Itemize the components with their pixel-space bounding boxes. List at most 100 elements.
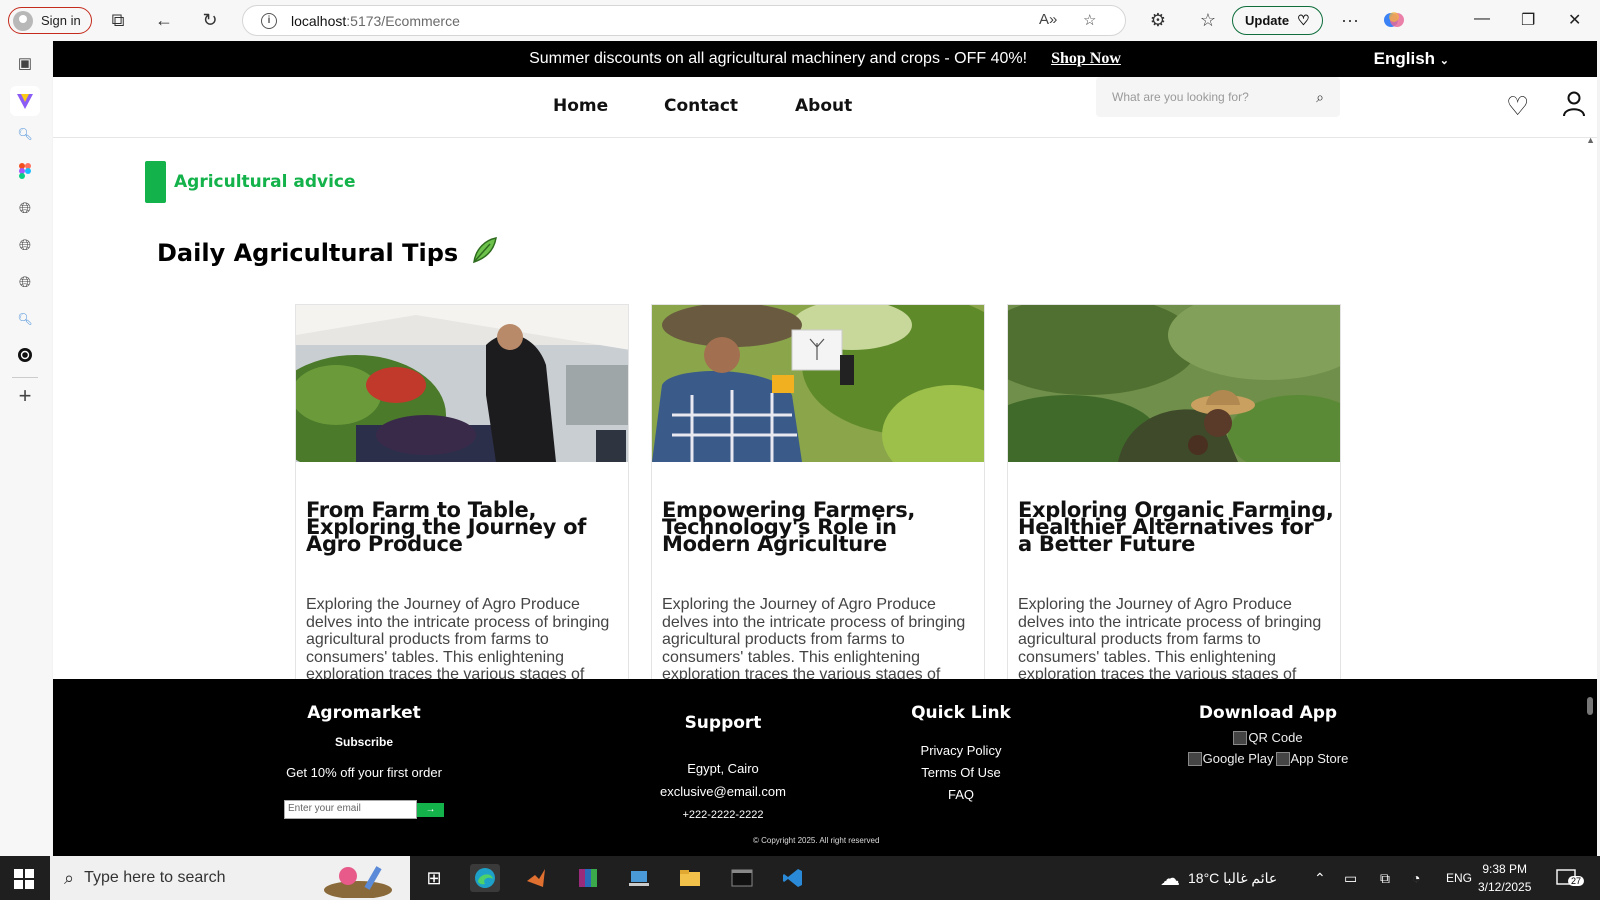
heart-pulse-icon: ♡ [1297, 12, 1310, 28]
section-tag: Agricultural advice [145, 161, 356, 203]
favorites-icon[interactable]: ☆ [1196, 8, 1220, 32]
site-info-icon[interactable]: i [261, 12, 277, 29]
extensions-icon[interactable]: ⚙ [1146, 8, 1170, 32]
privacy-policy-link[interactable]: Privacy Policy [901, 743, 1021, 758]
shop-now-link[interactable]: Shop Now [1051, 50, 1121, 68]
restore-icon[interactable]: ❐ [1521, 10, 1535, 30]
footer-brand-column: Agromarket Subscribe Get 10% off your fi… [279, 703, 449, 819]
windows-start-icon[interactable] [14, 869, 34, 894]
notifications-icon[interactable]: 27 [1556, 856, 1585, 900]
laptop-app-icon[interactable] [624, 864, 654, 892]
section-title: Daily Agricultural Tips [157, 236, 498, 270]
card-body: Exploring the Journey of Agro Produce de… [1018, 596, 1322, 683]
subscribe-submit-button[interactable]: → [417, 803, 444, 817]
nav-home[interactable]: Home [553, 96, 608, 116]
tip-card[interactable]: Empowering Farmers, Technology's Role in… [651, 304, 985, 724]
tip-card[interactable]: From Farm to Table, Exploring the Journe… [295, 304, 629, 724]
wishlist-heart-icon[interactable]: ♡ [1506, 91, 1529, 122]
matlab-app-icon[interactable] [521, 864, 551, 892]
language-indicator[interactable]: ENG [1446, 856, 1472, 900]
close-icon[interactable]: ✕ [1568, 10, 1581, 30]
sign-in-button[interactable]: Sign in [8, 7, 92, 34]
weather-widget[interactable]: ☁ 18°C عائم غالبا [1160, 856, 1277, 900]
search-placeholder: What are you looking for? [1112, 90, 1249, 104]
globe-icon[interactable]: 🌐︎ [14, 234, 36, 256]
qr-code-image: QR Code [1163, 731, 1373, 750]
terms-link[interactable]: Terms Of Use [901, 765, 1021, 780]
card-title[interactable]: Exploring Organic Farming, Healthier Alt… [1018, 500, 1334, 555]
nav-contact[interactable]: Contact [664, 96, 738, 116]
download-title: Download App [1198, 703, 1338, 723]
task-view-icon[interactable]: ⊞ [419, 864, 449, 892]
search-icon[interactable]: ⌕ [1316, 89, 1324, 106]
section-title-text: Daily Agricultural Tips [157, 239, 459, 267]
search-highlight-icon [320, 860, 400, 900]
terminal-app-icon[interactable] [727, 864, 757, 892]
language-label: English [1373, 49, 1436, 68]
search-icon[interactable]: 🔍︎ [14, 123, 36, 145]
clock-time: 9:38 PM [1482, 862, 1528, 876]
read-aloud-icon[interactable]: A» [1039, 11, 1057, 28]
email-field[interactable]: Enter your email [284, 800, 417, 819]
minimize-icon[interactable]: — [1474, 10, 1490, 28]
address-bar[interactable]: i localhost:5173/Ecommerce A» ☆ [242, 5, 1126, 36]
faq-link[interactable]: FAQ [901, 787, 1021, 802]
google-play-badge[interactable]: Google Play [1187, 752, 1274, 766]
copilot-icon[interactable] [1382, 8, 1406, 32]
vite-icon[interactable] [10, 86, 40, 116]
scrollbar-thumb[interactable] [1587, 697, 1593, 715]
main-nav: Home Contact About What are you looking … [53, 77, 1597, 138]
clock-date: 3/12/2025 [1478, 880, 1532, 894]
subscribe-heading: Subscribe [334, 735, 394, 749]
subscribe-form: Enter your email → [279, 800, 449, 819]
leaf-icon [470, 236, 498, 270]
tab-actions-icon[interactable]: ▣ [14, 52, 36, 74]
card-body: Exploring the Journey of Agro Produce de… [306, 596, 610, 683]
globe-icon[interactable]: 🌐︎ [14, 271, 36, 293]
search-icon: ⌕ [64, 867, 75, 888]
footer-quicklink-column: Quick Link Privacy Policy Terms Of Use F… [901, 703, 1021, 802]
workspaces-icon[interactable]: ⧉ [106, 8, 130, 32]
refresh-icon[interactable]: ↻ [198, 8, 222, 32]
more-menu-icon[interactable]: ··· [1338, 8, 1362, 32]
phone-text: +222-2222-2222 [682, 809, 764, 821]
promo-banner: Summer discounts on all agricultural mac… [53, 41, 1597, 77]
openai-icon[interactable] [14, 344, 36, 366]
store-badges: Google Play App Store [1163, 752, 1373, 766]
scroll-up-icon[interactable]: ▲ [1586, 135, 1595, 145]
app-store-badge[interactable]: App Store [1275, 752, 1348, 766]
add-icon[interactable]: + [14, 383, 36, 408]
wifi-icon[interactable]: ◔ [1412, 856, 1420, 900]
section-tag-label: Agricultural advice [174, 172, 356, 192]
file-explorer-icon[interactable] [675, 864, 705, 892]
page-scrollbar[interactable]: ▲ [1583, 135, 1597, 717]
account-icon[interactable] [1562, 91, 1586, 124]
clock[interactable]: 9:38 PM 3/12/2025 [1478, 856, 1531, 900]
search-input[interactable]: What are you looking for? ⌕ [1096, 77, 1340, 117]
sign-in-label: Sign in [41, 13, 81, 28]
search-icon[interactable]: 🔍︎ [14, 308, 36, 330]
favorite-star-icon[interactable]: ☆ [1083, 11, 1096, 29]
footer-download-column: Download App QR Code Google Play App Sto… [1163, 703, 1373, 766]
vscode-app-icon[interactable] [778, 864, 808, 892]
tray-chevron-up-icon[interactable]: ⌃ [1314, 856, 1326, 900]
windows-taskbar: ⌕ Type here to search ⊞ ☁ 18°C عائم غالب… [0, 856, 1600, 900]
card-title[interactable]: From Farm to Table, Exploring the Journe… [306, 500, 622, 555]
edge-app-icon[interactable] [470, 864, 500, 892]
display-icon[interactable]: ⧉ [1380, 856, 1390, 900]
winrar-app-icon[interactable] [573, 864, 603, 892]
battery-icon[interactable]: ▭ [1344, 856, 1357, 900]
language-select[interactable]: English ⌄ [1374, 49, 1449, 69]
promo-text: Summer discounts on all agricultural mac… [529, 50, 1028, 67]
update-button[interactable]: Update ♡ [1232, 6, 1323, 35]
address-text: Egypt, Cairo [687, 761, 759, 776]
card-title[interactable]: Empowering Farmers, Technology's Role in… [662, 500, 978, 555]
email-link[interactable]: exclusive@email.com [633, 784, 813, 799]
sidebar-divider [12, 377, 38, 378]
globe-icon[interactable]: 🌐︎ [14, 197, 36, 219]
tip-card[interactable]: Exploring Organic Farming, Healthier Alt… [1007, 304, 1341, 724]
figma-icon[interactable] [14, 160, 36, 182]
back-icon[interactable]: ← [152, 8, 176, 32]
nav-about[interactable]: About [795, 96, 852, 116]
taskbar-search-input[interactable]: ⌕ Type here to search [50, 856, 410, 900]
